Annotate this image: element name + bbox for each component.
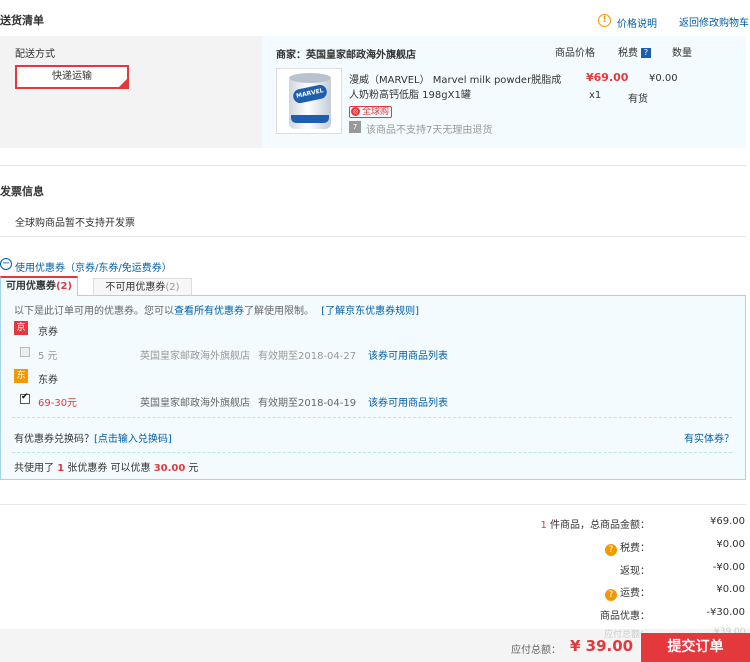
- submit-order-button[interactable]: 提交订单: [641, 633, 750, 662]
- coupon-summary-unit: 元: [188, 463, 199, 474]
- tab-available-coupons[interactable]: 可用优惠券(2): [0, 276, 78, 296]
- coupon-expiry: 有效期至2018-04-27: [258, 351, 357, 362]
- col-header-price: 商品价格: [555, 48, 595, 59]
- help-icon[interactable]: ?: [605, 544, 617, 556]
- item-count-label: 件商品，总商品金额：: [550, 520, 650, 531]
- coupon-summary-prefix: 共使用了: [14, 463, 54, 474]
- coupon-toggle-link[interactable]: 使用优惠券（京券/东券/免运费券）: [15, 259, 172, 274]
- coupon-products-link[interactable]: 该券可用商品列表: [368, 394, 448, 409]
- tab-available-label: 可用优惠券: [5, 281, 56, 292]
- payable-label: 应付总额：: [511, 645, 561, 656]
- coupon-intro-prefix: 以下是此订单可用的优惠券。您可以: [14, 306, 174, 317]
- coupon-value: 5 元: [38, 351, 58, 362]
- globe-icon: ◎: [351, 107, 360, 116]
- dong-coupon-group-title: 东券: [38, 375, 58, 386]
- tab-available-count: (2): [55, 281, 73, 292]
- coupon-expiry: 有效期至2018-04-19: [258, 398, 357, 409]
- coupon-intro-suffix: 了解使用限制。: [244, 306, 314, 317]
- product-tax: ¥0.00: [649, 73, 678, 84]
- col-header-tax-label: 税费: [618, 48, 638, 59]
- dong-coupon-badge: 东: [14, 369, 28, 383]
- total-goods-value: ¥69.00: [710, 516, 745, 527]
- product-name-line1[interactable]: 漫威（MARVEL） Marvel milk powder脱脂成: [349, 71, 561, 86]
- return-note: 该商品不支持7天无理由退货: [366, 125, 493, 136]
- divider: [0, 165, 746, 166]
- invoice-note: 全球购商品暂不支持开发票: [15, 218, 135, 229]
- coupon-discount-amount: 30.00: [153, 463, 186, 474]
- payable-amount: ¥ 39.00: [570, 637, 634, 655]
- redeem-code-prefix: 有优惠券兑换码？: [14, 434, 94, 445]
- jing-coupon-badge: 京: [14, 321, 28, 335]
- col-header-tax: 税费?: [618, 44, 651, 59]
- selected-corner-icon: [119, 79, 127, 87]
- freight-label-text: 运费：: [620, 588, 650, 599]
- coupon-summary: 共使用了 1 张优惠券 可以优惠 30.00 元: [14, 459, 199, 474]
- price-note-link[interactable]: 价格说明: [617, 15, 657, 30]
- freight-label: ? 运费：: [605, 584, 650, 601]
- help-icon[interactable]: ?: [641, 48, 651, 58]
- coupon-summary-mid: 张优惠券 可以优惠: [67, 463, 151, 474]
- no-return-icon: 7: [349, 121, 361, 133]
- product-can-band: [291, 115, 329, 123]
- coupon-shop: 英国皇家邮政海外旗舰店: [140, 351, 250, 362]
- global-purchase-label: 全球购: [362, 107, 390, 117]
- physical-coupon-link[interactable]: 有实体券？: [684, 430, 734, 445]
- discount-value: -¥30.00: [706, 607, 745, 618]
- redeem-code-link[interactable]: [点击输入兑换码]: [94, 434, 172, 445]
- tax-label: ? 税费：: [605, 539, 650, 556]
- delivery-section-title: 送货清单: [0, 14, 44, 27]
- tab-unavailable-coupons[interactable]: 不可用优惠券(2): [93, 278, 192, 296]
- coupon-used-count: 1: [57, 463, 65, 474]
- coupon-intro: 以下是此订单可用的优惠券。您可以查看所有优惠券了解使用限制。 [了解京东优惠券规…: [14, 302, 419, 317]
- col-header-qty: 数量: [672, 48, 692, 59]
- tax-label-text: 税费：: [620, 543, 650, 554]
- freight-value: ¥0.00: [716, 584, 745, 595]
- express-shipping-option[interactable]: 快递运输: [15, 65, 129, 89]
- product-can-lid: [289, 73, 331, 83]
- shipping-method-label: 配送方式: [15, 49, 55, 60]
- back-to-cart-link[interactable]: 返回修改购物车: [679, 14, 749, 29]
- total-goods-label: 1 件商品，总商品金额：: [540, 516, 650, 531]
- tab-unavailable-count: (2): [165, 282, 180, 293]
- product-price: ¥69.00: [586, 71, 629, 84]
- merchant-name: 商家：英国皇家邮政海外旗舰店: [276, 50, 416, 61]
- view-all-coupons-link[interactable]: 查看所有优惠券: [174, 306, 244, 317]
- cashback-label: 返现：: [620, 566, 650, 577]
- redeem-code-row: 有优惠券兑换码？[点击输入兑换码]: [14, 430, 172, 445]
- coupon-checkbox-jing[interactable]: [20, 347, 30, 357]
- product-stock: 有货: [628, 94, 648, 105]
- coupon-rules-link[interactable]: [了解京东优惠券规则]: [321, 306, 419, 317]
- coupon-shop: 英国皇家邮政海外旗舰店: [140, 398, 250, 409]
- collapse-icon[interactable]: −: [0, 258, 12, 270]
- info-icon: !: [598, 14, 611, 27]
- dashed-divider: [12, 417, 732, 418]
- product-qty: x1: [589, 90, 602, 101]
- cashback-value: -¥0.00: [712, 562, 745, 573]
- jing-coupon-group-title: 京券: [38, 327, 58, 338]
- tax-value: ¥0.00: [716, 539, 745, 550]
- dashed-divider: [12, 452, 732, 453]
- tab-unavailable-label: 不可用优惠券: [105, 282, 166, 293]
- product-image[interactable]: MARVEL: [276, 68, 342, 134]
- invoice-section-title: 发票信息: [0, 185, 44, 198]
- help-icon[interactable]: ?: [605, 589, 617, 601]
- global-purchase-tag: ◎ 全球购: [349, 106, 393, 118]
- express-shipping-label: 快递运输: [52, 71, 92, 82]
- divider: [0, 236, 746, 237]
- coupon-checkbox-dong[interactable]: [20, 392, 30, 404]
- product-name-line2[interactable]: 人奶粉高钙低脂 198gX1罐: [349, 86, 471, 101]
- coupon-products-link[interactable]: 该券可用商品列表: [368, 347, 448, 362]
- coupon-value: 69-30元: [38, 398, 78, 409]
- discount-label: 商品优惠：: [600, 611, 650, 622]
- item-count: 1: [540, 520, 547, 531]
- divider: [0, 504, 746, 505]
